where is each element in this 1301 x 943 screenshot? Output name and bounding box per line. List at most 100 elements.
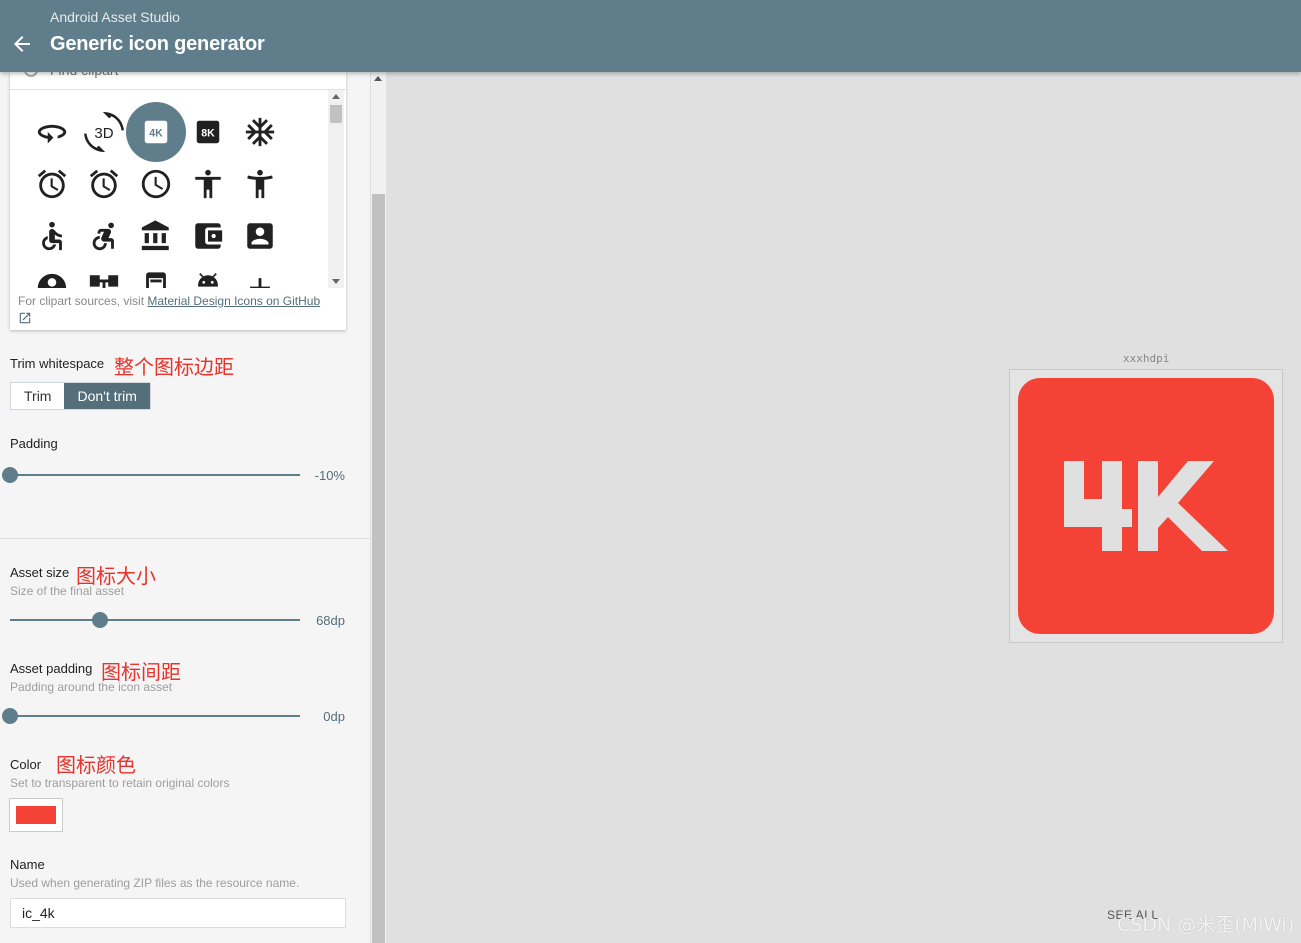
- app-bar: Android Asset Studio Generic icon genera…: [0, 0, 1301, 72]
- asset-size-slider-track: [10, 619, 300, 621]
- watermark-text: CSDN @米歪(MiWi): [1117, 914, 1295, 936]
- accessibility-icon: [195, 169, 221, 199]
- scroll-down-arrow-icon[interactable]: [332, 279, 340, 284]
- account-balance-wallet-icon: [195, 223, 223, 249]
- color-helper: Set to transparent to retain original co…: [10, 776, 230, 790]
- clipart-3d-rotation[interactable]: 3D: [78, 106, 130, 158]
- ad-units-icon: [146, 272, 166, 288]
- asset-padding-slider-knob[interactable]: [2, 708, 18, 724]
- padding-slider-track: [10, 474, 300, 476]
- clipart-account-balance[interactable]: [130, 210, 182, 262]
- search-icon: [24, 72, 38, 77]
- 4k-icon: 4K: [144, 120, 168, 144]
- asset-padding-helper: Padding around the icon asset: [10, 680, 173, 694]
- clipart-account-box[interactable]: [234, 210, 286, 262]
- clipart-account-circle[interactable]: [26, 262, 78, 288]
- sidebar-scroll-thumb[interactable]: [372, 194, 385, 943]
- clipart-360[interactable]: [26, 106, 78, 158]
- clipart-ac-unit[interactable]: [234, 106, 286, 158]
- 4k-glyph: [1064, 461, 1228, 551]
- access-alarms-icon: [89, 169, 119, 199]
- trim-button[interactable]: Trim: [11, 383, 65, 409]
- color-picker-swatch[interactable]: [9, 798, 63, 832]
- app-name: Android Asset Studio: [50, 9, 180, 25]
- 8k-icon: 8K: [196, 120, 220, 144]
- material-icons-link[interactable]: Material Design Icons on GitHub: [147, 294, 320, 308]
- color-label: Color: [10, 757, 42, 772]
- clipart-footer-text: For clipart sources, visit: [18, 294, 148, 308]
- settings-sidebar: 3D 4K 8K: [0, 72, 370, 943]
- clipart-access-alarms[interactable]: [78, 158, 130, 210]
- asset-size-slider-knob[interactable]: [91, 612, 108, 628]
- padding-slider-knob[interactable]: [2, 467, 18, 483]
- clipart-access-time[interactable]: [130, 158, 182, 210]
- scroll-up-arrow-icon[interactable]: [374, 76, 382, 81]
- asset-padding-label: Asset padding: [10, 661, 93, 676]
- resource-name-input[interactable]: [10, 898, 346, 928]
- asset-padding-slider[interactable]: [2, 708, 300, 724]
- account-circle-icon: [37, 273, 67, 288]
- asset-size-label: Asset size: [10, 565, 70, 580]
- access-time-icon: [141, 169, 171, 199]
- clipart-add[interactable]: [234, 262, 286, 288]
- clipart-access-alarm[interactable]: [26, 158, 78, 210]
- name-helper: Used when generating ZIP files as the re…: [10, 876, 300, 890]
- trim-toggle: Trim Don't trim: [10, 382, 151, 410]
- clipart-account-tree[interactable]: [78, 262, 130, 288]
- clipart-footer: For clipart sources, visit Material Desi…: [18, 293, 338, 329]
- clipart-search-input[interactable]: [50, 72, 310, 78]
- preview-frame: [1009, 369, 1283, 643]
- 3d-rotation-icon: 3D: [84, 112, 124, 152]
- clipart-adb[interactable]: [182, 262, 234, 288]
- asset-size-helper: Size of the final asset: [10, 584, 125, 598]
- account-tree-icon: [89, 275, 119, 288]
- trim-label: Trim whitespace: [10, 356, 105, 371]
- ac-unit-icon: [245, 117, 275, 147]
- asset-size-value: 68dp: [316, 613, 345, 628]
- clipart-4k[interactable]: 4K: [126, 102, 186, 162]
- clipart-scrollbar[interactable]: [328, 90, 344, 288]
- name-label: Name: [10, 857, 45, 872]
- clipart-accessibility-new[interactable]: [234, 158, 286, 210]
- section-divider: [0, 538, 370, 539]
- asset-size-slider[interactable]: [10, 612, 300, 628]
- clipart-accessible-forward[interactable]: [78, 210, 130, 262]
- accessibility-new-icon: [247, 169, 273, 199]
- open-in-new-icon[interactable]: [18, 311, 32, 325]
- svg-text:8K: 8K: [201, 127, 215, 139]
- density-label: xxxhdpi: [1123, 352, 1170, 365]
- clipart-search: [10, 72, 346, 90]
- page-title: Generic icon generator: [50, 33, 265, 55]
- adb-icon: [198, 273, 218, 288]
- clipart-picker: 3D 4K 8K: [10, 72, 346, 330]
- color-annotation: 图标颜色: [56, 753, 136, 777]
- svg-text:4K: 4K: [149, 127, 163, 139]
- clipart-account-balance-wallet[interactable]: [182, 210, 234, 262]
- color-swatch-fill: [16, 806, 56, 824]
- access-alarm-icon: [37, 169, 67, 199]
- padding-label: Padding: [10, 436, 58, 451]
- clipart-accessible[interactable]: [26, 210, 78, 262]
- accessible-forward-icon: [92, 222, 114, 251]
- svg-text:3D: 3D: [94, 125, 113, 142]
- clipart-ad-units[interactable]: [130, 262, 182, 288]
- add-icon: [250, 278, 270, 288]
- clipart-grid: 3D 4K 8K: [10, 90, 328, 288]
- preview-area: xxxhdpi SEE ALL CSDN @米歪(MiWi): [387, 72, 1301, 943]
- sidebar-scrollbar[interactable]: [370, 72, 386, 943]
- padding-value: -10%: [314, 468, 345, 483]
- scroll-thumb[interactable]: [330, 105, 342, 123]
- dont-trim-button[interactable]: Don't trim: [64, 383, 150, 409]
- account-box-icon: [247, 223, 273, 249]
- accessible-icon: [42, 221, 62, 251]
- trim-annotation: 整个图标边距: [114, 355, 234, 379]
- padding-slider[interactable]: [2, 467, 300, 483]
- asset-padding-slider-track: [10, 715, 300, 717]
- scroll-up-arrow-icon[interactable]: [332, 94, 340, 99]
- clipart-accessibility[interactable]: [182, 158, 234, 210]
- clipart-8k[interactable]: 8K: [182, 106, 234, 158]
- 360-icon: [37, 124, 67, 144]
- preview-icon: [1018, 378, 1274, 634]
- asset-padding-value: 0dp: [323, 709, 345, 724]
- back-arrow-icon[interactable]: [10, 32, 34, 56]
